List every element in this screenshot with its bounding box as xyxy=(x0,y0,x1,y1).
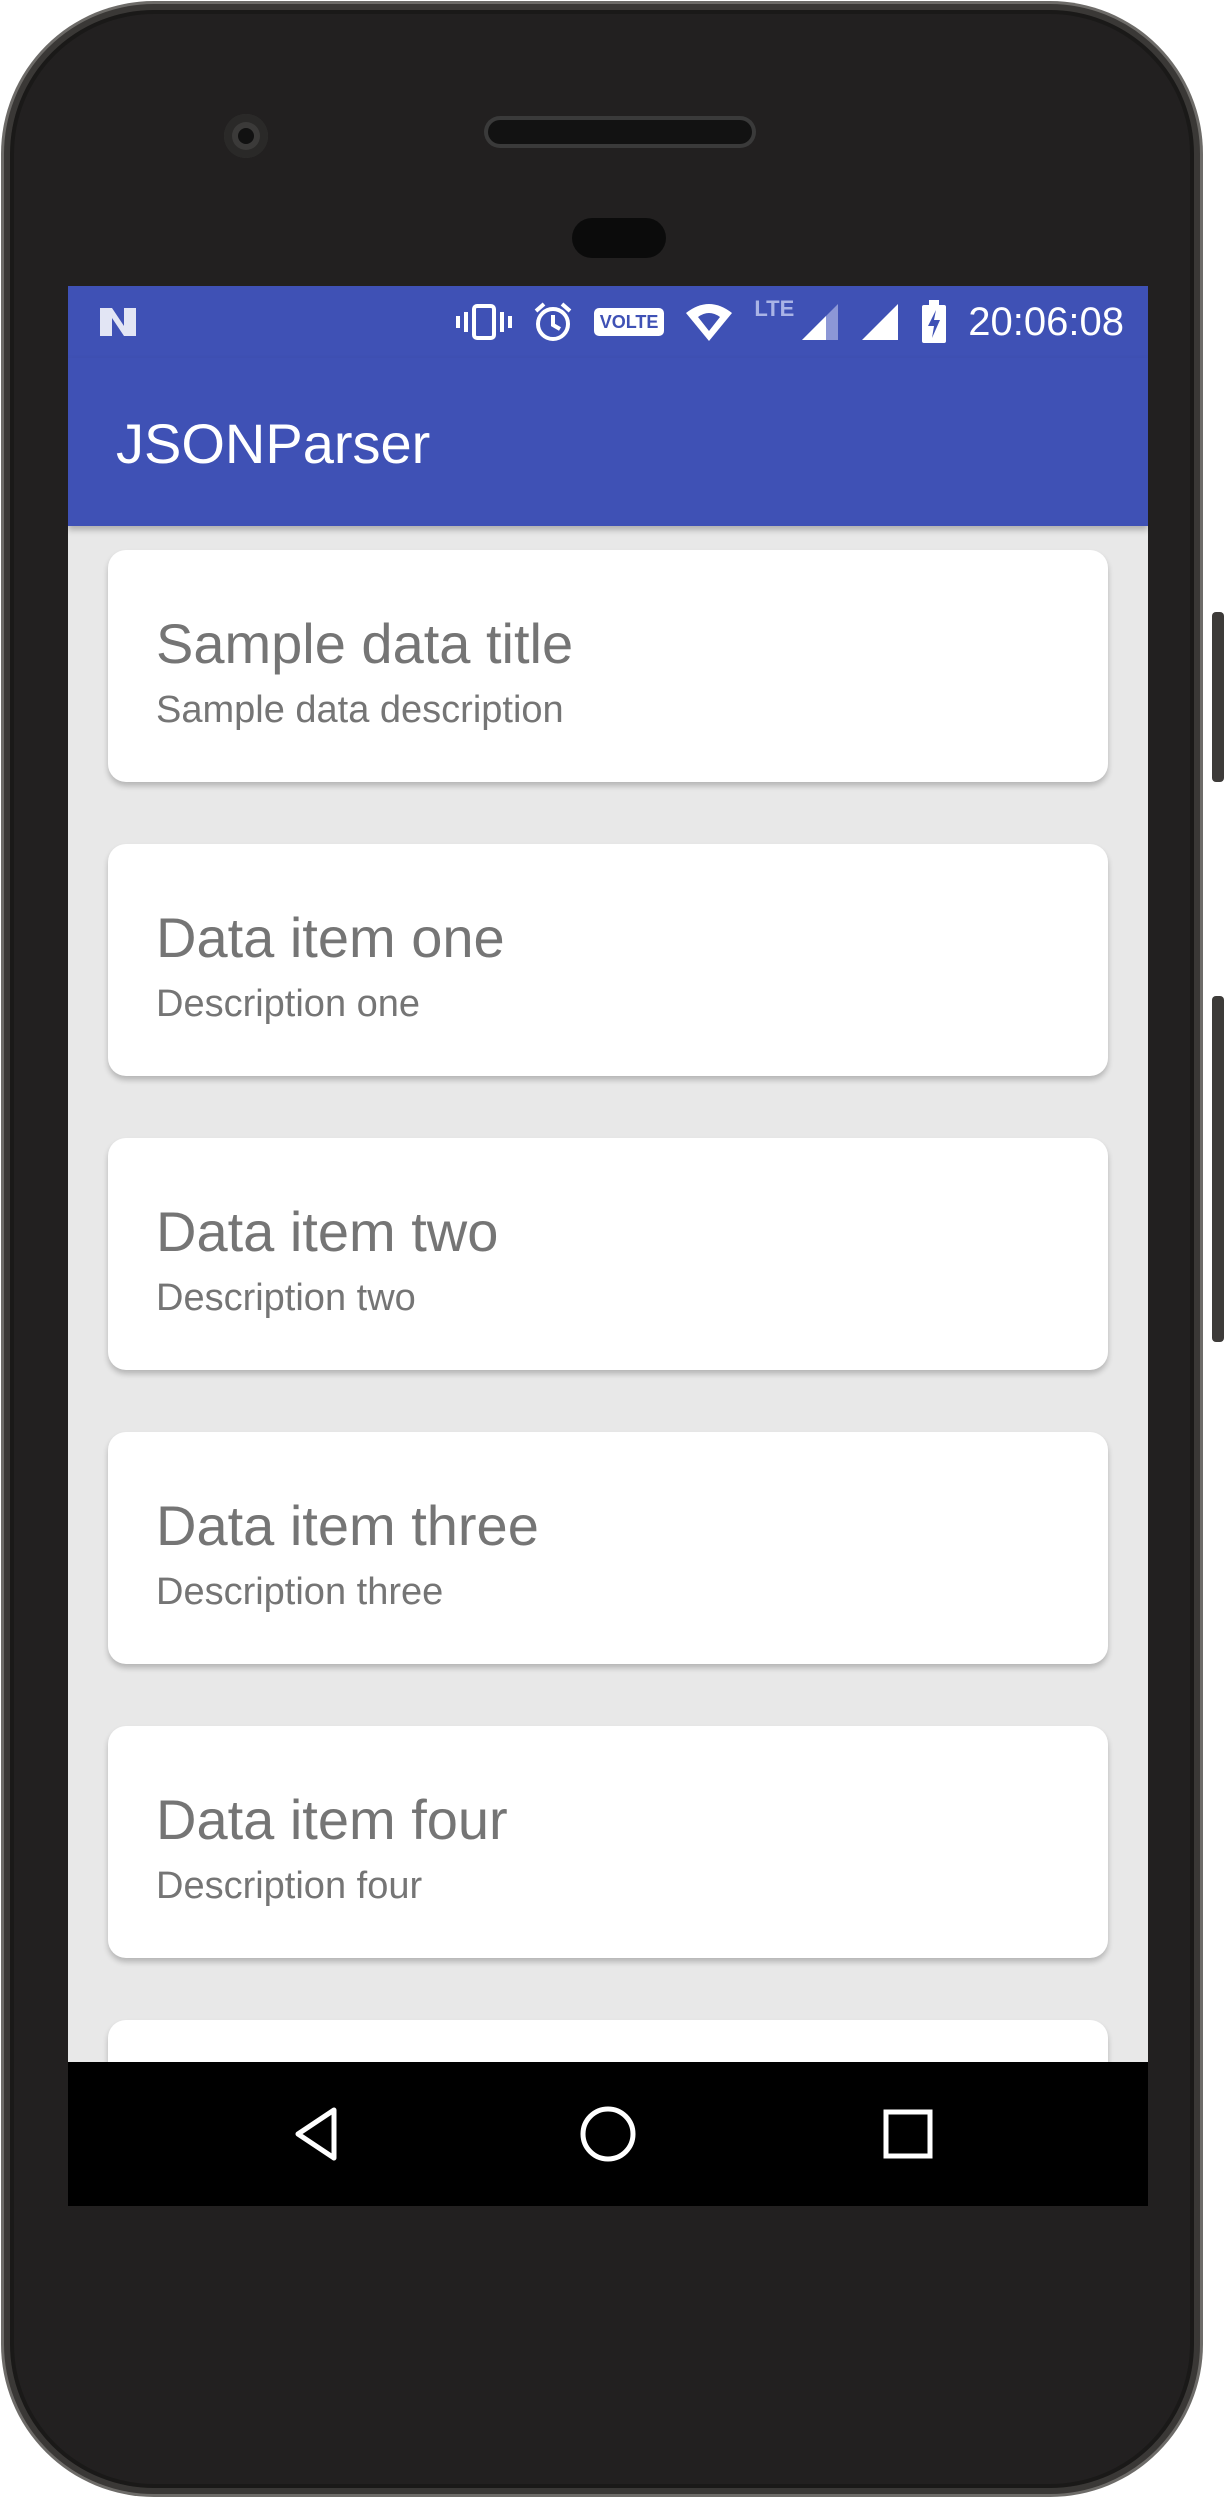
list-item[interactable]: Sample data title Sample data descriptio… xyxy=(108,550,1108,782)
alarm-icon xyxy=(534,302,572,341)
app-title: JSONParser xyxy=(116,412,431,475)
app-bar: JSONParser xyxy=(68,358,1148,526)
power-button xyxy=(1212,996,1224,1342)
item-description: Description one xyxy=(156,983,421,1025)
n-icon xyxy=(100,308,136,336)
signal-icon xyxy=(862,304,899,340)
list-item[interactable] xyxy=(108,2020,1108,2068)
list-item[interactable]: Data item three Description three xyxy=(108,1432,1108,1664)
battery-charging-icon xyxy=(922,300,947,343)
item-title: Data item two xyxy=(156,1200,499,1263)
front-camera xyxy=(224,114,268,158)
list-item[interactable]: Data item four Description four xyxy=(108,1726,1108,1958)
signal-icon xyxy=(802,304,839,340)
vibrate-icon xyxy=(455,304,512,340)
item-title: Data item one xyxy=(156,906,505,969)
earpiece-speaker xyxy=(488,120,752,144)
list-item[interactable]: Data item two Description two xyxy=(108,1138,1108,1370)
volte-icon: VOLTE xyxy=(593,308,665,336)
volume-button xyxy=(1212,612,1224,782)
list-item[interactable]: Data item one Description one xyxy=(108,844,1108,1076)
item-title: Sample data title xyxy=(156,612,574,675)
item-list[interactable]: Sample data title Sample data descriptio… xyxy=(68,526,1148,2068)
screen: VOLTE LTE 20:06:08 JSONParser Sample dat… xyxy=(68,286,1148,2206)
status-bar: VOLTE LTE 20:06:08 xyxy=(68,286,1148,358)
proximity-sensor xyxy=(572,218,666,258)
back-icon[interactable] xyxy=(286,2104,346,2164)
item-description: Description four xyxy=(156,1865,423,1907)
item-description: Sample data description xyxy=(156,689,564,731)
home-icon[interactable] xyxy=(578,2104,638,2164)
item-description: Description two xyxy=(156,1277,416,1319)
item-title: Data item three xyxy=(156,1494,539,1557)
wifi-icon xyxy=(686,304,733,341)
network-type-label: LTE xyxy=(754,296,795,321)
status-time: 20:06:08 xyxy=(968,299,1124,344)
navigation-bar xyxy=(68,2062,1148,2206)
recents-icon[interactable] xyxy=(878,2104,938,2164)
item-title: Data item four xyxy=(156,1788,508,1851)
item-description: Description three xyxy=(156,1571,444,1613)
